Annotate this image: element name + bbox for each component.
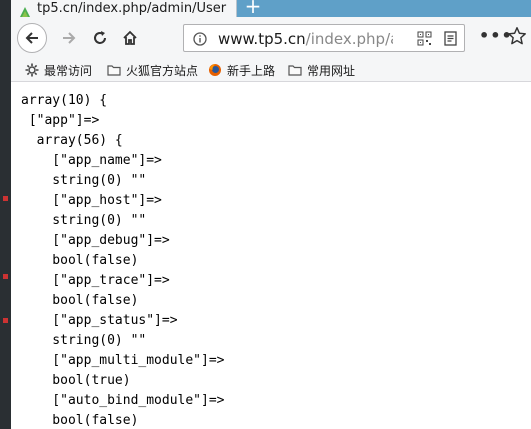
page-info-icon[interactable] [193, 31, 207, 46]
bookmark-star-button[interactable] [506, 25, 530, 49]
dump-line: ["app_debug"]=> [21, 233, 170, 248]
bookmark-most-visited[interactable]: 最常访问 [25, 60, 92, 80]
bookmark-label: 最常访问 [44, 63, 93, 78]
reload-button[interactable] [85, 23, 115, 53]
folder-icon [107, 63, 121, 77]
dump-line: ["app_host"]=> [21, 193, 162, 208]
new-tab-button[interactable]: + [239, 0, 267, 16]
dump-line: ["app"]=> [21, 113, 100, 128]
dump-line: ["app_trace"]=> [21, 273, 170, 288]
back-button[interactable] [17, 23, 47, 53]
dump-line: bool(false) [21, 293, 139, 308]
bookmark-common-sites[interactable]: 常用网址 [288, 60, 355, 80]
qr-code-icon[interactable] [417, 31, 432, 46]
dump-line: bool(true) [21, 373, 131, 388]
url-host: www.tp5.cn [218, 30, 306, 48]
forward-arrow-icon [63, 32, 76, 44]
dump-line: array(56) { [21, 133, 123, 148]
reader-view-icon[interactable] [443, 31, 458, 46]
home-icon [123, 30, 137, 45]
dump-line: ["app_multi_module"]=> [21, 353, 225, 368]
url-text[interactable]: www.tp5.cn/index.php/a [218, 30, 393, 48]
back-arrow-icon [25, 32, 38, 44]
bookmark-label: 常用网址 [307, 63, 356, 78]
home-button[interactable] [115, 23, 145, 53]
url-path: /index.php/a [305, 30, 393, 48]
dump-line: string(0) "" [21, 213, 147, 228]
tab-active[interactable]: tp5.cn/index.php/admin/User [11, 0, 237, 17]
edge-mark [3, 196, 8, 201]
tab-title: tp5.cn/index.php/admin/User [37, 1, 227, 16]
dump-line: ["app_name"]=> [21, 153, 162, 168]
dump-line: string(0) "" [21, 173, 147, 188]
forward-button[interactable] [54, 23, 84, 53]
bookmark-getting-started[interactable]: 新手上路 [208, 60, 275, 80]
dump-line: string(0) "" [21, 333, 147, 348]
site-favicon-icon [19, 3, 31, 17]
edge-mark [3, 318, 8, 323]
edge-mark [3, 274, 8, 279]
dump-line: bool(false) [21, 413, 139, 428]
navigation-toolbar: www.tp5.cn/index.php/a ••• [11, 17, 531, 59]
dump-line: ["app_status"]=> [21, 313, 178, 328]
gear-icon [25, 63, 39, 77]
star-icon [508, 27, 526, 45]
bookmarks-toolbar: 最常访问 火狐官方站点 新手上路 常用网址 [11, 58, 531, 82]
bookmark-firefox-official-site[interactable]: 火狐官方站点 [107, 60, 198, 80]
address-bar[interactable]: www.tp5.cn/index.php/a [183, 24, 465, 52]
dump-line: ["auto_bind_module"]=> [21, 393, 225, 408]
dump-line: bool(false) [21, 253, 139, 268]
background-window-edge [0, 0, 11, 429]
dump-line: array(10) { [21, 93, 108, 108]
page-actions-button[interactable]: ••• [479, 28, 512, 48]
firefox-icon [208, 63, 222, 77]
folder-icon [288, 63, 302, 77]
reload-icon [94, 31, 106, 44]
page-content: array(10) { ["app"]=> array(56) { ["app_… [11, 82, 531, 429]
bookmark-label: 新手上路 [227, 63, 276, 78]
bookmark-label: 火狐官方站点 [126, 63, 199, 78]
